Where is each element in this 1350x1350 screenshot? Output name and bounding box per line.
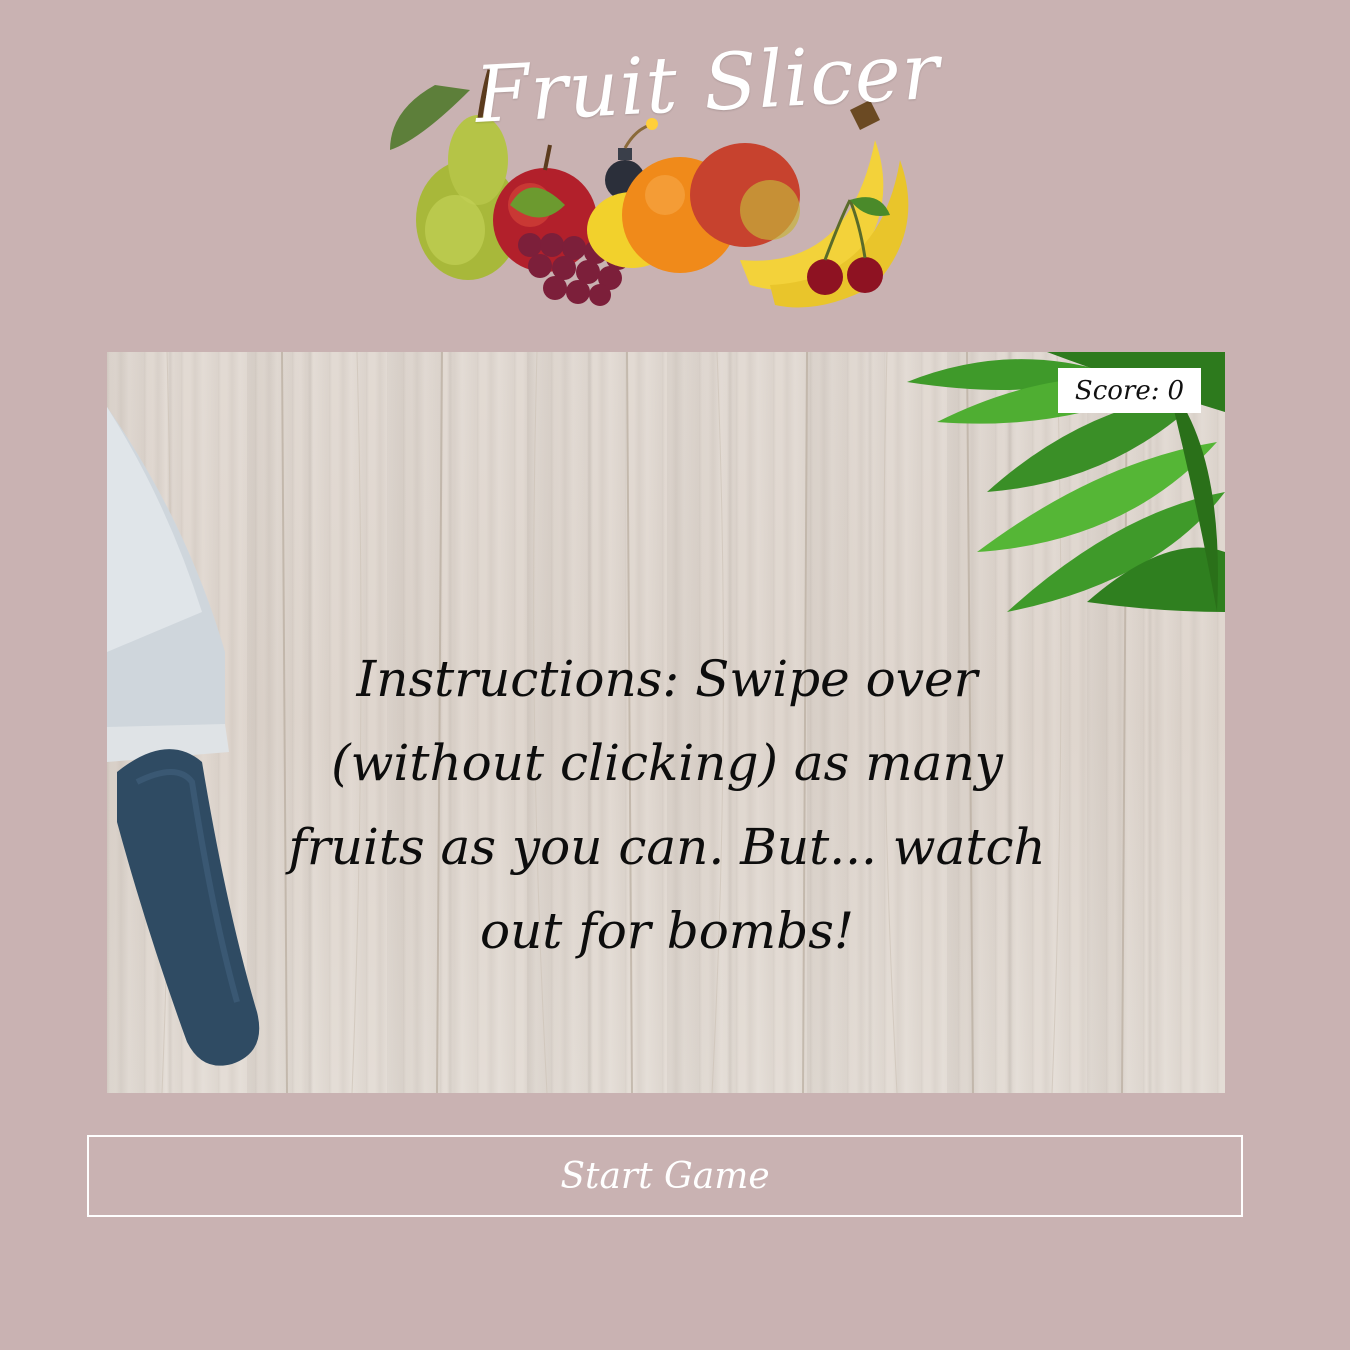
score-display: Score: 0 bbox=[1058, 368, 1201, 413]
start-game-button[interactable]: Start Game bbox=[87, 1135, 1243, 1217]
instructions-text: Instructions: Swipe over (without clicki… bbox=[288, 650, 1046, 960]
game-logo: Fruit Slicer bbox=[380, 27, 960, 310]
score-value: 0 bbox=[1167, 375, 1185, 406]
knife-handle bbox=[117, 749, 260, 1066]
game-board[interactable]: Score: 0 Instructions: Swipe over (witho… bbox=[107, 352, 1225, 1093]
score-label: Score: bbox=[1074, 375, 1160, 406]
